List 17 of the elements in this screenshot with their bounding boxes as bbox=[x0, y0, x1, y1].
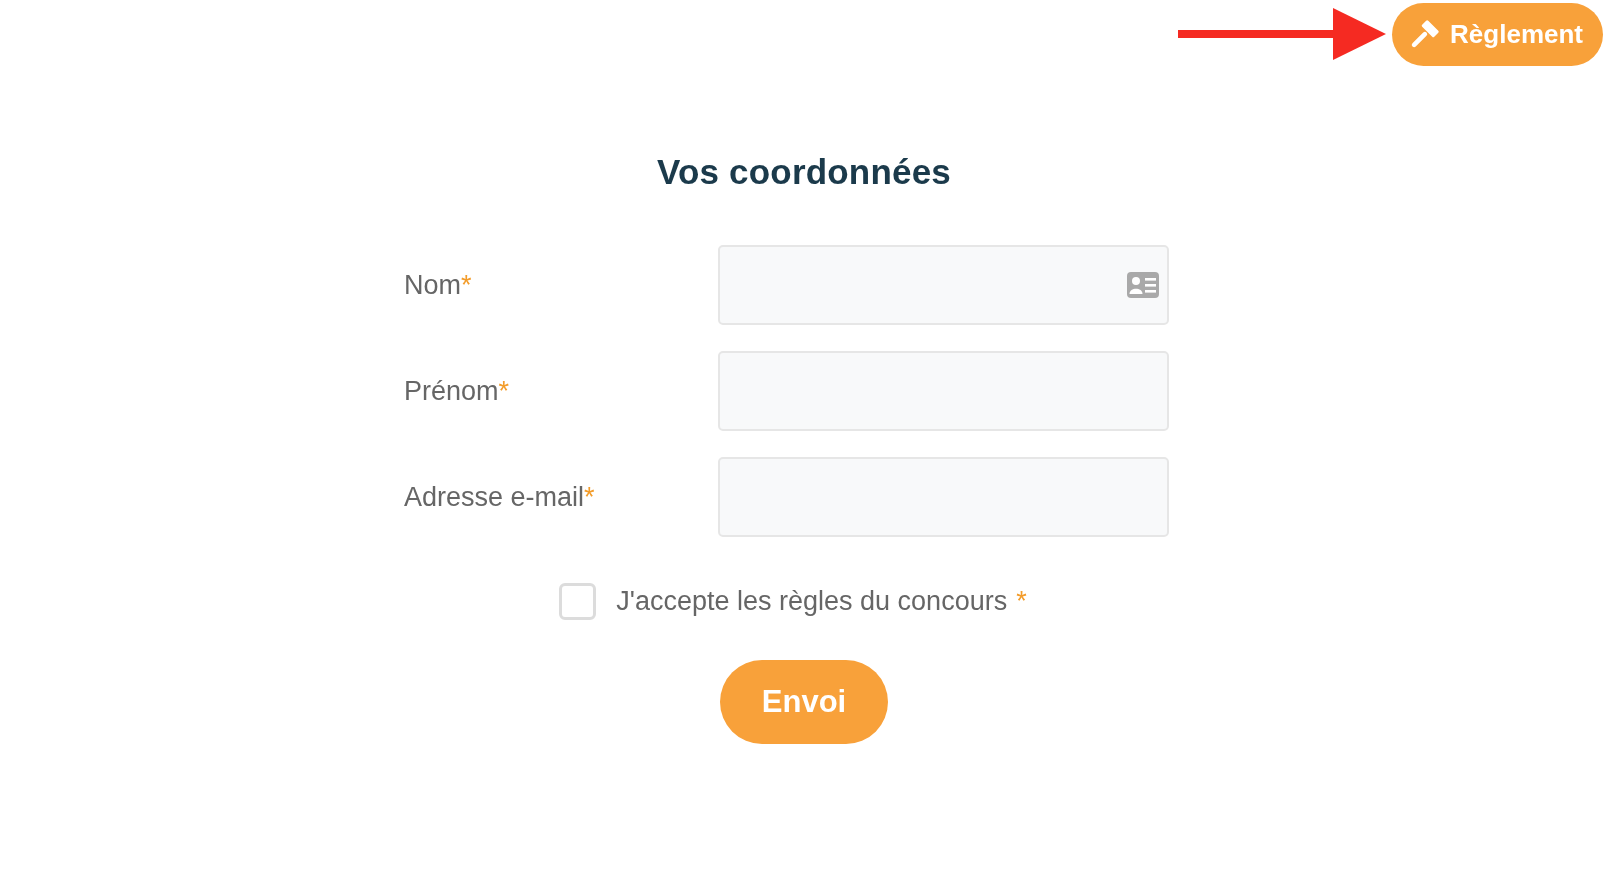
text-field[interactable] bbox=[718, 351, 1169, 431]
field-label: Nom bbox=[404, 269, 461, 301]
rules-button[interactable]: Règlement bbox=[1392, 2, 1603, 66]
field-label: Adresse e-mail bbox=[404, 481, 585, 513]
contact-card-icon[interactable] bbox=[1127, 272, 1159, 298]
text-field[interactable] bbox=[718, 245, 1169, 325]
submit-button[interactable]: Envoi bbox=[720, 660, 888, 744]
required-mark: * bbox=[584, 481, 595, 513]
required-mark: * bbox=[1016, 586, 1027, 617]
gavel-icon bbox=[1410, 19, 1441, 49]
text-field[interactable] bbox=[718, 457, 1169, 537]
field-label: Prénom bbox=[404, 375, 499, 407]
consent-label: J'accepte les règles du concours bbox=[616, 586, 1008, 617]
required-mark: * bbox=[498, 375, 510, 407]
required-mark: * bbox=[461, 269, 472, 301]
checkbox[interactable] bbox=[559, 583, 597, 620]
form-title: Vos coordonnées bbox=[656, 152, 952, 192]
